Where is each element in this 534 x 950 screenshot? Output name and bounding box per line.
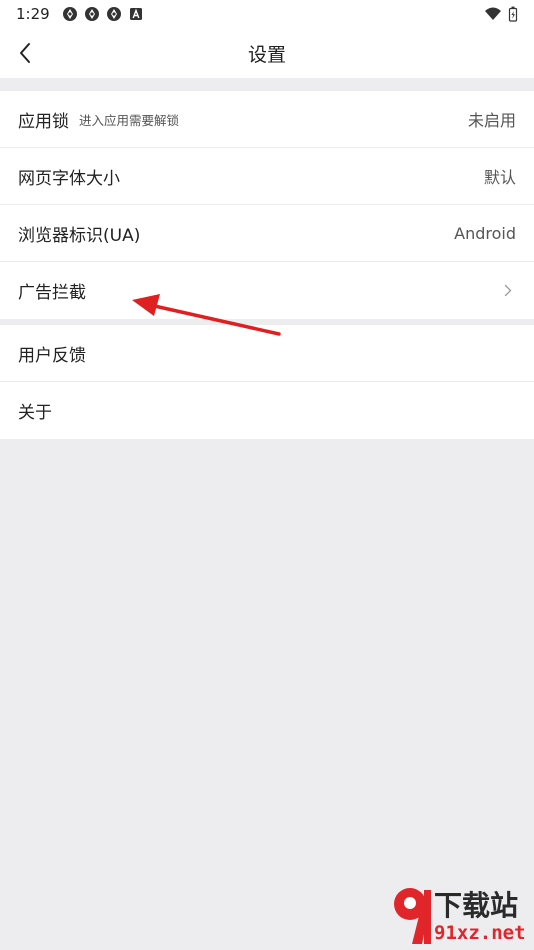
setting-label: 浏览器标识(UA) xyxy=(18,225,141,246)
chevron-left-icon xyxy=(20,43,30,63)
setting-feedback[interactable]: 用户反馈 xyxy=(0,325,534,382)
watermark-logo-icon xyxy=(394,888,431,944)
setting-user-agent[interactable]: 浏览器标识(UA) Android xyxy=(0,205,534,262)
aperture-icon xyxy=(62,7,77,21)
back-button[interactable] xyxy=(6,34,44,72)
watermark-text: 下载站 xyxy=(434,889,519,922)
font-a-icon xyxy=(129,8,142,20)
setting-label: 网页字体大小 xyxy=(18,168,120,189)
status-bar: 1:29 xyxy=(0,0,534,28)
setting-label: 用户反馈 xyxy=(18,345,86,366)
watermark-domain: 91xz.net xyxy=(434,922,526,944)
setting-label: 关于 xyxy=(18,403,52,423)
setting-font-size[interactable]: 网页字体大小 默认 xyxy=(0,148,534,205)
status-time: 1:29 xyxy=(16,5,50,23)
app-header: 设置 xyxy=(0,28,534,78)
setting-about[interactable]: 关于 xyxy=(0,382,534,439)
setting-app-lock[interactable]: 应用锁 进入应用需要解锁 未启用 xyxy=(0,91,534,148)
setting-value: 未启用 xyxy=(467,111,516,130)
status-notification-icons xyxy=(62,6,144,22)
status-system-icons xyxy=(484,6,518,22)
chevron-right-icon xyxy=(504,284,516,298)
setting-value: Android xyxy=(454,223,516,243)
settings-screen: 1:29 设置 应用锁 进入应用需要解锁 未启用 网页字体大小 默认 浏览器标识… xyxy=(0,0,534,950)
battery-charging-icon xyxy=(508,6,518,22)
setting-value: 默认 xyxy=(483,168,516,187)
aperture-icon xyxy=(106,7,121,21)
setting-label: 广告拦截 xyxy=(18,283,86,303)
settings-group-general: 应用锁 进入应用需要解锁 未启用 网页字体大小 默认 浏览器标识(UA) And… xyxy=(0,91,534,319)
setting-label: 应用锁 xyxy=(18,111,69,132)
settings-group-about: 用户反馈 关于 xyxy=(0,325,534,439)
aperture-icon xyxy=(84,7,99,21)
wifi-icon xyxy=(485,7,501,20)
setting-hint: 进入应用需要解锁 xyxy=(79,112,180,128)
watermark: 下载站 91xz.net xyxy=(390,882,534,950)
page-title: 设置 xyxy=(247,43,286,66)
setting-ad-block[interactable]: 广告拦截 xyxy=(0,262,534,319)
